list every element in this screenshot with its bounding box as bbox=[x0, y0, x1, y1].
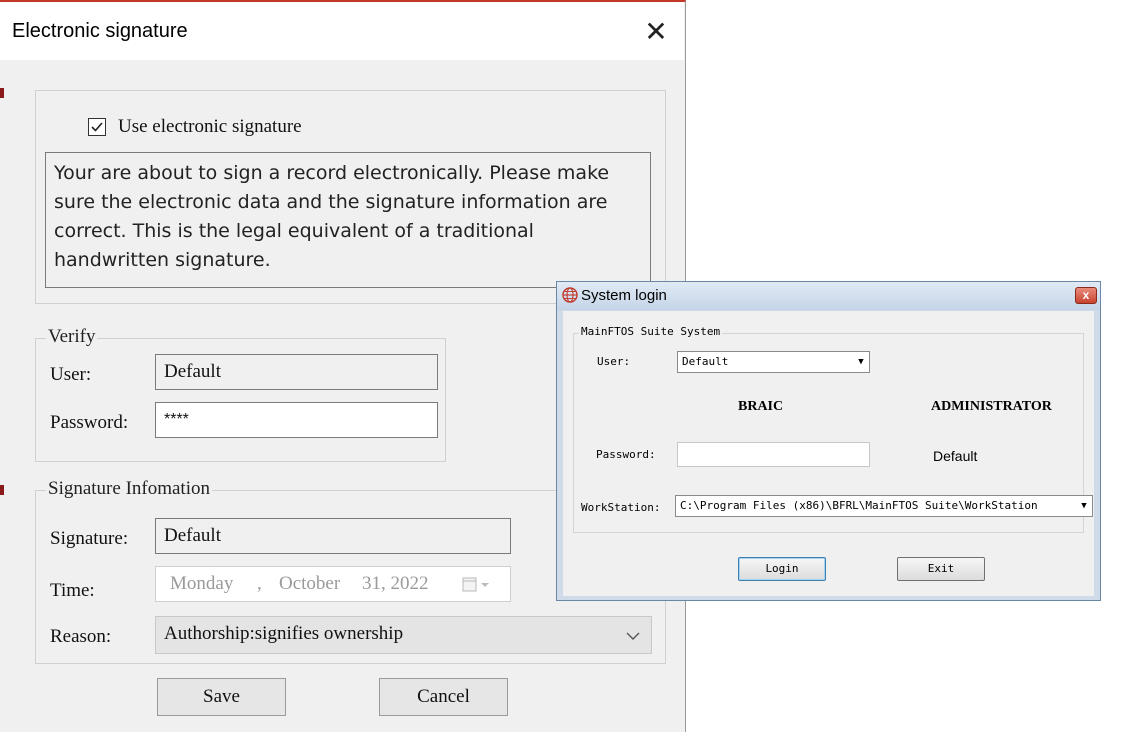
login-password-label: Password: bbox=[596, 448, 656, 461]
chevron-down-icon bbox=[626, 632, 640, 640]
close-icon: x bbox=[1082, 288, 1090, 302]
reason-value: Authorship:signifies ownership bbox=[164, 623, 404, 644]
close-button[interactable]: ✕ bbox=[636, 12, 676, 52]
workstation-select[interactable]: C:\Program Files (x86)\BFRL\MainFTOS Sui… bbox=[675, 495, 1093, 517]
background-window-edge bbox=[0, 485, 4, 495]
login-button[interactable]: Login bbox=[738, 557, 826, 581]
time-separator: , bbox=[257, 573, 262, 594]
login-user-value: Default bbox=[682, 355, 729, 368]
reason-label: Reason: bbox=[50, 626, 112, 647]
close-icon: ✕ bbox=[644, 16, 668, 47]
use-signature-label[interactable]: Use electronic signature bbox=[118, 116, 302, 138]
login-password-input[interactable] bbox=[677, 442, 870, 467]
user-label: User: bbox=[50, 364, 92, 385]
workstation-label: WorkStation: bbox=[581, 501, 661, 514]
signature-field: Default bbox=[155, 518, 511, 554]
signature-notice-text: Your are about to sign a record electron… bbox=[54, 162, 610, 271]
login-user-label: User: bbox=[597, 355, 631, 368]
login-body: MainFTOS Suite System User: Default ▼ BR… bbox=[563, 311, 1094, 596]
check-icon bbox=[91, 122, 103, 132]
exit-button[interactable]: Exit bbox=[897, 557, 985, 581]
signature-information-legend: Signature Infomation bbox=[46, 478, 212, 500]
time-label: Time: bbox=[50, 580, 95, 601]
login-title: System login bbox=[581, 287, 667, 304]
cancel-button[interactable]: Cancel bbox=[379, 678, 508, 716]
system-login-dialog: System login x MainFTOS Suite System Use… bbox=[556, 281, 1101, 601]
password-label: Password: bbox=[50, 412, 129, 433]
dialog-titlebar: Electronic signature ✕ bbox=[0, 2, 684, 60]
password-hint: Default bbox=[933, 448, 978, 464]
time-day: Monday bbox=[170, 573, 234, 594]
time-picker: Monday , October 31, 2022 bbox=[155, 566, 511, 602]
signature-label: Signature: bbox=[50, 528, 129, 549]
time-month: October bbox=[279, 573, 341, 594]
workstation-value: C:\Program Files (x86)\BFRL\MainFTOS Sui… bbox=[680, 499, 1038, 512]
calendar-icon bbox=[462, 577, 489, 592]
reason-select[interactable]: Authorship:signifies ownership bbox=[155, 616, 652, 654]
globe-icon bbox=[562, 287, 578, 303]
password-field[interactable]: **** bbox=[155, 402, 438, 438]
braic-label: BRAIC bbox=[738, 399, 784, 414]
user-field: Default bbox=[155, 354, 438, 390]
time-date: 31, 2022 bbox=[362, 573, 429, 594]
login-titlebar: System login x bbox=[557, 282, 1100, 310]
chevron-down-icon: ▼ bbox=[1079, 496, 1089, 516]
login-close-button[interactable]: x bbox=[1075, 287, 1097, 304]
use-signature-checkbox[interactable] bbox=[88, 118, 106, 136]
login-user-select[interactable]: Default ▼ bbox=[677, 351, 870, 373]
administrator-label: ADMINISTRATOR bbox=[931, 399, 1052, 414]
mainftos-group-legend: MainFTOS Suite System bbox=[579, 325, 723, 338]
dialog-title: Electronic signature bbox=[12, 20, 188, 42]
verify-legend: Verify bbox=[46, 326, 98, 348]
chevron-down-icon: ▼ bbox=[856, 352, 866, 372]
save-button[interactable]: Save bbox=[157, 678, 286, 716]
signature-notice: Your are about to sign a record electron… bbox=[45, 152, 651, 288]
background-window-edge bbox=[0, 88, 4, 98]
